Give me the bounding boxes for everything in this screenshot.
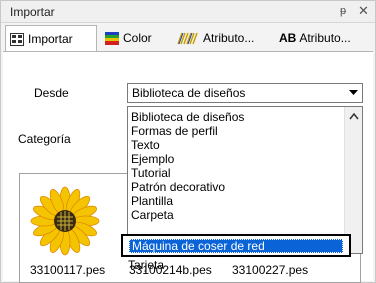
tab-color-label: Color (123, 31, 152, 45)
title-bar: Importar ᵽ ✕ (1, 1, 375, 23)
categoria-label: Categoría (18, 132, 71, 146)
option-tarjeta[interactable]: Tarjeta (128, 259, 164, 271)
import-panel-window: Importar ᵽ ✕ Importar Color Atributo... … (0, 0, 376, 283)
tab-importar[interactable]: Importar (5, 25, 97, 52)
tab-color[interactable]: Color (101, 25, 171, 51)
option-patron-decorativo[interactable]: Patrón decorativo (131, 181, 225, 194)
chevron-down-icon[interactable] (345, 84, 362, 102)
option-tutorial[interactable]: Tutorial (131, 167, 171, 180)
tab-atributo-costura[interactable]: Atributo... (173, 25, 271, 51)
desde-dropdown[interactable]: Biblioteca de diseños (127, 83, 363, 103)
desde-dropdown-value: Biblioteca de diseños (132, 86, 246, 100)
highlighted-option-frame: Máquina de coser de red (121, 234, 351, 257)
import-icon (10, 32, 24, 46)
color-icon (105, 31, 119, 45)
stitch-attribute-icon (177, 32, 198, 44)
file-name-3[interactable]: 33100227.pes (232, 263, 308, 277)
option-maquina-coser-red[interactable]: Máquina de coser de red (129, 239, 343, 253)
panel-title: Importar (10, 5, 55, 19)
scroll-up-icon[interactable] (349, 113, 359, 120)
tab-atributo-texto-label: Atributo... (299, 31, 351, 45)
pin-icon[interactable]: ᵽ (340, 5, 346, 17)
option-carpeta[interactable]: Carpeta (131, 209, 174, 222)
file-name-1[interactable]: 33100117.pes (30, 263, 105, 277)
tab-bar: Importar Color Atributo... AB Atributo..… (3, 25, 373, 52)
option-plantilla[interactable]: Plantilla (131, 195, 173, 208)
desde-label: Desde (34, 86, 69, 100)
option-ejemplo[interactable]: Ejemplo (131, 153, 174, 166)
desde-options-list: Biblioteca de diseños Formas de perfil T… (127, 106, 363, 254)
tab-atributo-texto[interactable]: AB Atributo... (275, 25, 373, 51)
option-texto[interactable]: Texto (131, 139, 160, 152)
option-formas-perfil[interactable]: Formas de perfil (131, 125, 218, 138)
option-biblioteca[interactable]: Biblioteca de diseños (131, 111, 244, 124)
tab-atributo-costura-label: Atributo... (203, 31, 255, 45)
sunflower-thumbnail[interactable] (30, 186, 100, 256)
text-attribute-icon: AB (279, 31, 297, 45)
tab-importar-label: Importar (28, 32, 73, 46)
dropdown-scrollbar[interactable] (344, 107, 362, 253)
close-icon[interactable]: ✕ (358, 3, 369, 19)
